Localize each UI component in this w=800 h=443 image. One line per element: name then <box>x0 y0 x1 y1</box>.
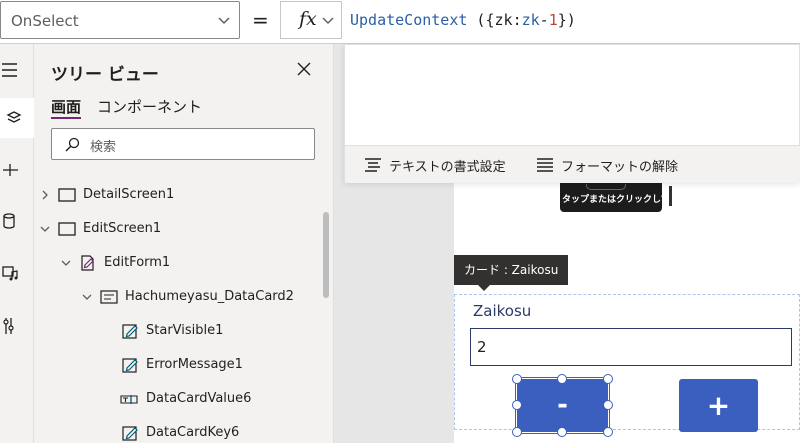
database-icon <box>3 213 15 229</box>
formula-expr-var: zk <box>521 11 540 29</box>
formula-expanded-panel[interactable]: テキストの書式設定 フォーマットの解除 <box>344 44 800 183</box>
selection-frame <box>515 377 610 434</box>
chevron-down-icon[interactable] <box>81 291 93 303</box>
edit-text-icon <box>122 426 138 441</box>
formula-editor[interactable]: UpdateContext ({zk:zk-1}) <box>350 11 576 29</box>
chevron-down-icon[interactable] <box>39 223 51 235</box>
tree-item-label: ErrorMessage1 <box>146 357 243 372</box>
tree-view-panel: ツリー ビュー 画面 コンポーネント 検索 DetailScreen1 Edit… <box>34 44 334 443</box>
data-button[interactable] <box>0 202 34 242</box>
search-input[interactable]: 検索 <box>51 128 315 160</box>
resize-handle[interactable] <box>512 374 522 384</box>
formula-colon: : <box>512 11 522 29</box>
input-value: 2 <box>477 338 487 356</box>
resize-handle[interactable] <box>512 400 522 410</box>
plus-button[interactable]: + <box>679 379 758 432</box>
property-value: OnSelect <box>11 12 79 30</box>
resize-handle[interactable] <box>603 400 613 410</box>
plus-icon <box>3 164 18 176</box>
equals-sign: = <box>252 8 269 32</box>
formula-var: zk <box>494 11 513 29</box>
screen-icon <box>58 222 76 236</box>
fx-button[interactable]: fx <box>280 1 342 39</box>
property-dropdown[interactable]: OnSelect <box>0 1 240 39</box>
tree-item-datacard[interactable]: Hachumeyasu_DataCard2 <box>34 280 324 314</box>
formula-function: UpdateContext <box>350 11 468 29</box>
tab-components[interactable]: コンポーネント <box>97 96 202 117</box>
search-icon <box>65 137 80 152</box>
remove-format-label: フォーマットの解除 <box>561 160 679 175</box>
formula-number: 1 <box>548 11 558 29</box>
screen-icon <box>58 188 76 202</box>
resize-handle[interactable] <box>557 374 567 384</box>
close-icon[interactable] <box>296 61 312 77</box>
format-toolbar: テキストの書式設定 フォーマットの解除 <box>345 145 800 183</box>
search-placeholder: 検索 <box>90 140 117 155</box>
tree-item-editform1[interactable]: EditForm1 <box>34 246 324 280</box>
format-text-icon <box>365 158 381 172</box>
tree-item-label: DataCardValue6 <box>146 391 252 406</box>
resize-handle[interactable] <box>603 374 613 384</box>
tree-item-datacardvalue6[interactable]: DataCardValue6 <box>34 382 324 416</box>
active-tab-indicator <box>51 117 81 119</box>
layers-icon <box>6 111 22 123</box>
media-button[interactable] <box>0 254 34 294</box>
tree-item-errormessage1[interactable]: ErrorMessage1 <box>34 348 324 382</box>
panel-title: ツリー ビュー <box>51 65 159 85</box>
control-tooltip: カード : Zaikosu <box>454 255 569 285</box>
tree-item-label: EditForm1 <box>104 255 171 270</box>
chevron-down-icon <box>322 17 334 24</box>
tree-item-label: DataCardKey6 <box>146 425 240 440</box>
tooltip-arrow <box>478 285 490 291</box>
text-input-icon <box>120 395 138 404</box>
formula-bar: OnSelect = fx UpdateContext ({zk:zk-1}) <box>0 0 800 44</box>
image-placeholder-graphic <box>586 184 626 190</box>
formula-minus: - <box>539 11 549 29</box>
tools-icon <box>3 318 14 334</box>
remove-format-button[interactable]: フォーマットの解除 <box>535 154 679 178</box>
tree-item-label: EditScreen1 <box>83 221 162 236</box>
image-caption: タップまたはクリックして画像を追加 <box>562 195 715 205</box>
edit-text-icon <box>122 324 138 339</box>
tree-item-starvisible1[interactable]: StarVisible1 <box>34 314 324 348</box>
resize-handle[interactable] <box>512 427 522 437</box>
hamburger-menu-button[interactable] <box>0 50 34 90</box>
tree-item-datacardkey6[interactable]: DataCardKey6 <box>34 416 324 443</box>
image-edge-marker <box>669 186 672 206</box>
resize-handle[interactable] <box>603 427 613 437</box>
hamburger-icon <box>2 63 17 77</box>
zaikosu-input[interactable]: 2 <box>470 328 792 366</box>
format-text-label: テキストの書式設定 <box>389 160 506 175</box>
formula-open: ({ <box>467 11 495 29</box>
format-text-button[interactable]: テキストの書式設定 <box>363 154 513 178</box>
tree-scrollbar[interactable] <box>323 212 329 298</box>
tree-item-label: Hachumeyasu_DataCard2 <box>125 289 294 304</box>
edit-text-icon <box>122 358 138 373</box>
media-icon <box>2 266 18 281</box>
chevron-down-icon[interactable] <box>60 257 72 269</box>
tree-item-label: DetailScreen1 <box>83 187 175 202</box>
tree-item-editscreen1[interactable]: EditScreen1 <box>34 212 324 246</box>
tab-screens[interactable]: 画面 <box>51 96 81 117</box>
chevron-down-icon <box>218 17 230 25</box>
remove-format-icon <box>537 158 553 172</box>
chevron-right-icon[interactable] <box>39 189 51 201</box>
tree-item-detailscreen1[interactable]: DetailScreen1 <box>34 178 324 212</box>
tree-item-label: StarVisible1 <box>146 323 224 338</box>
resize-handle[interactable] <box>557 427 567 437</box>
form-icon <box>81 255 94 271</box>
formula-close: }) <box>557 11 576 29</box>
fx-icon: fx <box>299 8 317 30</box>
card-label: Zaikosu <box>473 302 532 320</box>
tools-button[interactable] <box>0 306 34 346</box>
tree-view-button[interactable] <box>0 98 34 138</box>
insert-button[interactable] <box>0 150 34 190</box>
card-icon <box>100 290 118 304</box>
left-rail <box>0 44 34 443</box>
